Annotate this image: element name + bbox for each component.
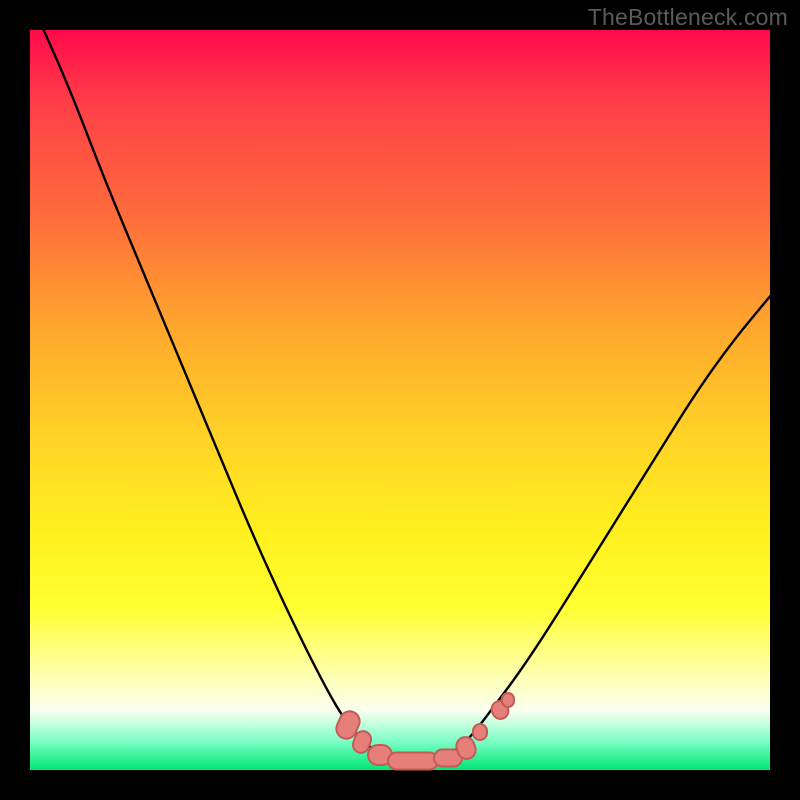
plot-area	[30, 30, 770, 770]
bottleneck-curve	[30, 30, 770, 770]
curve-marker	[472, 723, 488, 741]
watermark-text: TheBottleneck.com	[588, 4, 788, 31]
bottleneck-curve-path	[30, 0, 770, 763]
curve-marker	[387, 752, 439, 771]
curve-marker	[501, 692, 515, 708]
chart-frame: TheBottleneck.com	[0, 0, 800, 800]
